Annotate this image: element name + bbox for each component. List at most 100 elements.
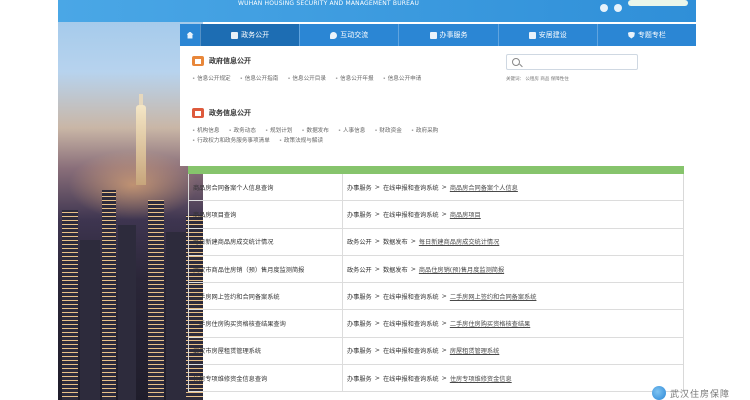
crumb[interactable]: 政务公开 xyxy=(347,237,372,246)
crumb[interactable]: 政务公开 xyxy=(347,265,372,274)
affairs-link[interactable]: 政策法规与解读 xyxy=(279,136,323,144)
crumb[interactable]: 办事服务 xyxy=(347,319,372,328)
row-name: 住房专项维修资金信息查询 xyxy=(189,365,343,392)
tab-label: 专题专栏 xyxy=(637,31,666,39)
crumb[interactable]: 办事服务 xyxy=(347,374,372,383)
nav-home[interactable] xyxy=(180,24,200,46)
affairs-link[interactable]: 行政权力和政务服务事项清单 xyxy=(192,136,270,144)
row-link[interactable]: 商品住房销(预)售月度监测简报 xyxy=(419,265,504,274)
crumb-separator: > xyxy=(374,265,380,273)
watermark-logo: 武汉住房保障 xyxy=(651,386,730,400)
crumb-separator: > xyxy=(410,265,416,273)
tab-gov-affairs[interactable]: 政务公开 xyxy=(200,24,300,46)
table-row: 二手房住房购买资格核查结果查询 办事服务 > 在线申报和查询系统 > 二手房住房购买… xyxy=(189,310,683,338)
tab-special-topics[interactable]: 专题专栏 xyxy=(596,24,696,46)
briefcase-icon xyxy=(192,108,204,118)
crumb[interactable]: 办事服务 xyxy=(347,292,372,301)
gov-info-link[interactable]: 信息公开指南 xyxy=(240,74,279,82)
crumb-separator: > xyxy=(374,210,380,218)
row-link[interactable]: 商品房项目 xyxy=(450,210,481,219)
gov-info-link[interactable]: 信息公开申请 xyxy=(383,74,422,82)
crumb[interactable]: 办事服务 xyxy=(347,210,372,219)
accessibility-icon[interactable] xyxy=(628,0,688,6)
crumb-separator: > xyxy=(441,292,447,300)
watermark-text: 武汉住房保障 xyxy=(669,389,730,400)
gov-info-link[interactable]: 信息公开规定 xyxy=(192,74,231,82)
search-input[interactable] xyxy=(506,54,638,70)
row-path: 政务公开 > 数据发布 > 每日新建商品房成交统计情况 xyxy=(343,237,683,246)
row-link[interactable]: 二手房住房购买资格核查结果 xyxy=(450,319,530,328)
table-row: 武汉市商品住房销（预）售月度监测简报 政务公开 > 数据发布 > 商品住房销(预)售… xyxy=(189,255,683,284)
tower-building xyxy=(136,105,146,185)
crumb[interactable]: 数据发布 xyxy=(383,237,408,246)
crumb-separator: > xyxy=(374,238,380,246)
table-row: 住房专项维修资金信息查询 办事服务 > 在线申报和查询系统 > 住房专项维修资金信息 xyxy=(189,365,683,393)
building-icon xyxy=(528,31,536,39)
row-name: 二手房网上签约和合同备案系统 xyxy=(189,283,343,310)
crumb-separator: > xyxy=(374,320,380,328)
library-icon xyxy=(192,56,204,66)
gov-info-section-header: 政府信息公开 xyxy=(192,56,251,66)
row-path: 政务公开 > 数据发布 > 商品住房销(预)售月度监测简报 xyxy=(343,265,683,274)
shield-icon xyxy=(627,31,635,39)
row-link[interactable]: 住房专项维修资金信息 xyxy=(450,374,512,383)
crumb[interactable]: 在线申报和查询系统 xyxy=(383,374,439,383)
affairs-link[interactable]: 机构信息 xyxy=(192,126,219,134)
section-title[interactable]: 政务信息公开 xyxy=(209,108,251,118)
row-path: 办事服务 > 在线申报和查询系统 > 房屋租赁管理系统 xyxy=(343,346,683,355)
section-title[interactable]: 政府信息公开 xyxy=(209,56,251,66)
main-nav: 政务公开 互动交流 办事服务 安居建设 专题专栏 xyxy=(180,24,696,46)
city-light-glow xyxy=(68,150,198,220)
search-icon[interactable] xyxy=(512,58,520,66)
crumb[interactable]: 在线申报和查询系统 xyxy=(383,183,439,192)
crumb[interactable]: 数据发布 xyxy=(383,265,408,274)
affairs-link[interactable]: 政府采购 xyxy=(411,126,438,134)
tab-services[interactable]: 办事服务 xyxy=(398,24,497,46)
affairs-link[interactable]: 政务动态 xyxy=(228,126,256,134)
tab-label: 办事服务 xyxy=(439,31,468,39)
affairs-link[interactable]: 财政资金 xyxy=(374,126,401,134)
crumb[interactable]: 办事服务 xyxy=(347,183,372,192)
building xyxy=(166,232,186,400)
building xyxy=(62,210,78,400)
crumb-separator: > xyxy=(441,374,447,382)
crumb-separator: > xyxy=(441,347,447,355)
crumb[interactable]: 在线申报和查询系统 xyxy=(383,292,439,301)
affairs-section-header: 政务信息公开 xyxy=(192,108,251,118)
building xyxy=(148,200,164,400)
row-name: 武汉市商品住房销（预）售月度监测简报 xyxy=(189,255,343,283)
affairs-link[interactable]: 数据发布 xyxy=(301,126,328,134)
service-icon xyxy=(429,31,437,39)
header-tools xyxy=(600,0,688,12)
table-row: 商品房项目查询 办事服务 > 在线申报和查询系统 > 商品房项目 xyxy=(189,201,683,229)
home-icon xyxy=(186,31,194,39)
crumb[interactable]: 办事服务 xyxy=(347,346,372,355)
gov-info-link[interactable]: 信息公开目录 xyxy=(287,74,326,82)
crumb-separator: > xyxy=(374,292,380,300)
tab-housing-construction[interactable]: 安居建设 xyxy=(497,24,597,46)
site-title: WUHAN HOUSING SECURITY AND MANAGEMENT BU… xyxy=(238,0,420,7)
gov-info-link[interactable]: 信息公开年报 xyxy=(335,74,374,82)
table-row: 武汉市房屋租赁管理系统 办事服务 > 在线申报和查询系统 > 房屋租赁管理系统 xyxy=(189,337,683,366)
row-name: 每日新建商品房成交统计情况 xyxy=(189,228,343,255)
building xyxy=(118,225,136,400)
crumb[interactable]: 在线申报和查询系统 xyxy=(383,210,439,219)
row-link[interactable]: 每日新建商品房成交统计情况 xyxy=(419,237,499,246)
row-path: 办事服务 > 在线申报和查询系统 > 商品房合同备案个人信息 xyxy=(343,183,683,192)
watermark-icon xyxy=(651,386,666,400)
weibo-icon[interactable] xyxy=(600,4,608,12)
table-row: 二手房网上签约和合同备案系统 办事服务 > 在线申报和查询系统 > 二手房网上签约和… xyxy=(189,283,683,311)
crumb[interactable]: 在线申报和查询系统 xyxy=(383,319,439,328)
row-path: 办事服务 > 在线申报和查询系统 > 二手房网上签约和合同备案系统 xyxy=(343,292,683,301)
row-link[interactable]: 二手房网上签约和合同备案系统 xyxy=(450,292,537,301)
crumb[interactable]: 在线申报和查询系统 xyxy=(383,346,439,355)
affairs-link[interactable]: 规划计划 xyxy=(265,126,292,134)
crumb-separator: > xyxy=(374,183,380,191)
gov-affairs-dropdown: 政府信息公开 信息公开规定 信息公开指南 信息公开目录 信息公开年报 信息公开申… xyxy=(180,46,684,166)
row-link[interactable]: 商品房合同备案个人信息 xyxy=(450,183,518,192)
building xyxy=(80,240,100,400)
tab-interaction[interactable]: 互动交流 xyxy=(299,24,398,46)
wechat-icon[interactable] xyxy=(614,4,622,12)
affairs-link[interactable]: 人事信息 xyxy=(338,126,365,134)
row-link[interactable]: 房屋租赁管理系统 xyxy=(450,346,500,355)
